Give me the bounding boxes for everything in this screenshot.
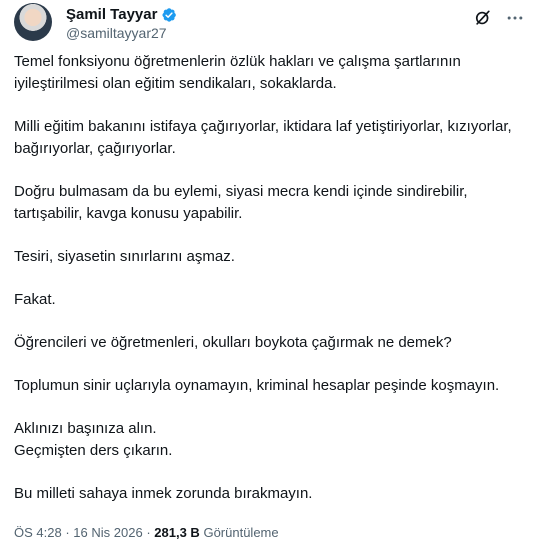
- tweet-paragraph: Fakat.: [14, 291, 56, 308]
- meta-separator: ·: [146, 525, 151, 540]
- tweet-meta: ÖS 4:28 · 16 Nis 2026 · 281,3 B Görüntül…: [14, 524, 279, 542]
- tweet-paragraph: Bu milleti sahaya inmek zorunda bırakmay…: [14, 485, 313, 502]
- author-name-row: Şamil Tayyar: [66, 6, 177, 24]
- views-label: Görüntüleme: [203, 525, 279, 540]
- tweet-paragraph: Temel fonksiyonu öğretmenlerin özlük hak…: [14, 53, 461, 92]
- tweet-paragraph: Öğrencileri ve öğretmenleri, okulları bo…: [14, 334, 452, 351]
- tweet-time[interactable]: ÖS 4:28: [14, 525, 62, 540]
- tweet-paragraph: Toplumun sinir uçlarıyla oynamayın, krim…: [14, 377, 500, 394]
- grok-icon[interactable]: [472, 7, 494, 29]
- verified-badge-icon[interactable]: [161, 7, 177, 23]
- tweet-paragraph: Milli eğitim bakanını istifaya çağırıyor…: [14, 118, 512, 157]
- author-name[interactable]: Şamil Tayyar: [66, 6, 157, 24]
- tweet-paragraph: Doğru bulmasam da bu eylemi, siyasi mecr…: [14, 183, 468, 222]
- tweet: Şamil Tayyar @samiltayyar27 Temel fonksi…: [0, 0, 540, 548]
- meta-separator: ·: [65, 525, 70, 540]
- avatar[interactable]: [14, 3, 52, 41]
- tweet-text: Temel fonksiyonu öğretmenlerin özlük hak…: [14, 51, 528, 505]
- tweet-header: Şamil Tayyar @samiltayyar27: [14, 2, 526, 42]
- views-count: 281,3 B: [154, 525, 200, 540]
- tweet-date[interactable]: 16 Nis 2026: [73, 525, 142, 540]
- tweet-paragraph: Tesiri, siyasetin sınırlarını aşmaz.: [14, 248, 235, 265]
- header-actions: [472, 7, 526, 29]
- author-handle[interactable]: @samiltayyar27: [66, 24, 167, 42]
- tweet-paragraph: Aklınızı başınıza alın. Geçmişten ders ç…: [14, 420, 173, 459]
- more-options-icon[interactable]: [504, 7, 526, 29]
